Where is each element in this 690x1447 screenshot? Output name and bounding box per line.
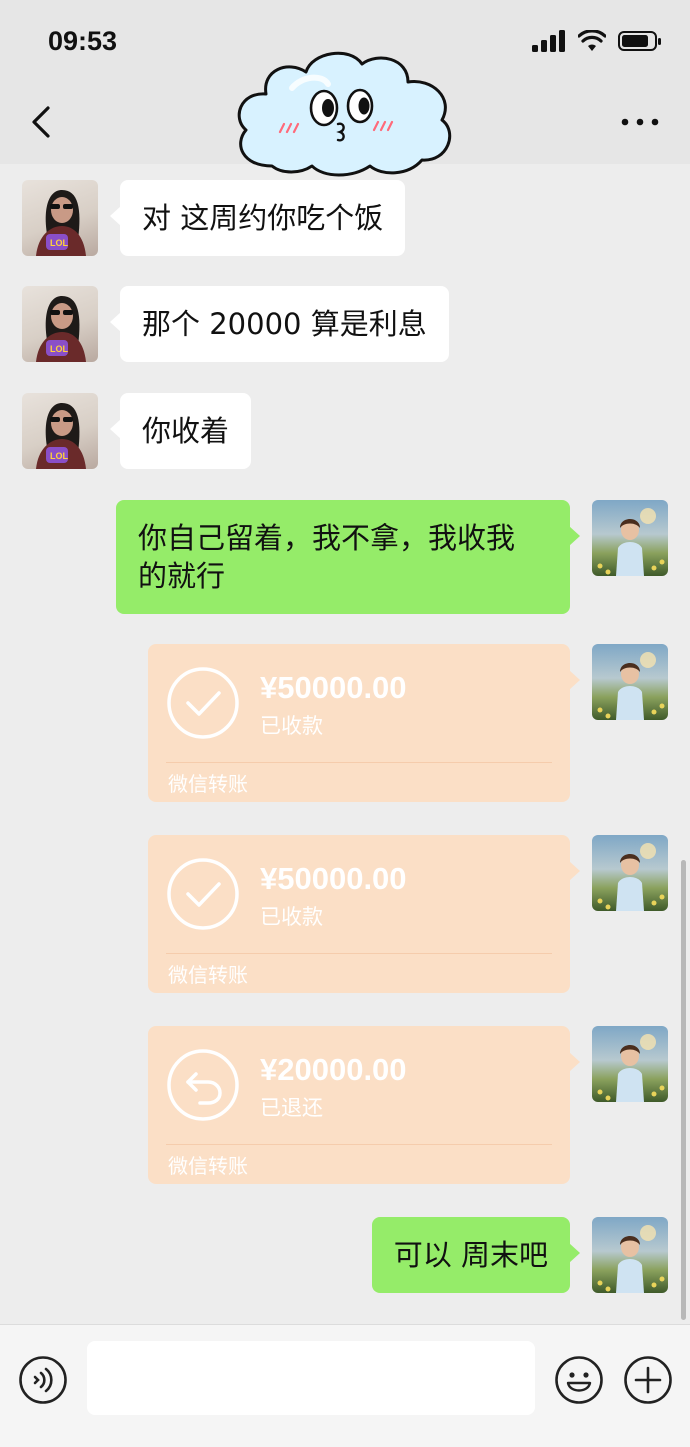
message-text-line: 的就行	[138, 559, 226, 593]
status-time: 09:53	[48, 26, 118, 56]
my-avatar-image	[597, 1225, 665, 1293]
message-text: 那个 20000 算是利息	[142, 307, 427, 341]
plus-icon[interactable]	[623, 1355, 673, 1405]
my-avatar[interactable]	[592, 1217, 668, 1293]
transfer-label: 微信转账	[168, 963, 248, 987]
message-text: 你收着	[142, 414, 230, 448]
my-avatar[interactable]	[592, 644, 668, 720]
contact-avatar[interactable]: LOL	[22, 180, 98, 256]
transfer-card[interactable]: ¥20000.00 已退还 微信转账	[148, 1026, 580, 1184]
my-avatar[interactable]	[592, 500, 668, 576]
my-avatar-image	[597, 508, 665, 576]
bubble-tail	[110, 419, 121, 439]
message-input[interactable]	[87, 1341, 535, 1415]
transfer-amount: ¥50000.00	[260, 861, 407, 896]
my-avatar-image	[597, 843, 665, 911]
chevron-left-icon[interactable]	[24, 100, 64, 144]
battery-icon	[618, 31, 661, 51]
divider	[166, 1144, 552, 1145]
bubble-tail	[569, 861, 580, 881]
transfer-amount: ¥20000.00	[260, 1052, 407, 1087]
received-message-bubble[interactable]: 对 这周约你吃个饭	[110, 180, 406, 256]
return-circle-icon	[167, 1049, 239, 1121]
svg-text:LOL: LOL	[50, 238, 68, 248]
my-avatar[interactable]	[592, 1026, 668, 1102]
scrollbar[interactable]	[681, 860, 686, 1320]
cloud-face-sticker	[237, 51, 452, 177]
transfer-card[interactable]: ¥50000.00 已收款 微信转账	[148, 644, 580, 802]
contact-avatar-image: LOL	[36, 403, 86, 469]
message-text-line: 你自己留着，我不拿，我收我	[138, 521, 516, 555]
contact-avatar[interactable]: LOL	[22, 286, 98, 362]
my-avatar-image	[597, 1034, 665, 1102]
divider	[166, 762, 552, 763]
transfer-card[interactable]: ¥50000.00 已收款 微信转账	[148, 835, 580, 993]
transfer-status: 已收款	[260, 905, 323, 929]
svg-text:LOL: LOL	[50, 451, 68, 461]
check-circle-icon	[167, 667, 239, 739]
signal-icon	[532, 30, 565, 52]
contact-avatar-image: LOL	[36, 190, 86, 256]
message-text: 可以 周末吧	[393, 1238, 548, 1272]
my-avatar-image	[597, 652, 665, 720]
wifi-icon	[578, 30, 606, 51]
transfer-label: 微信转账	[168, 772, 248, 796]
bubble-tail	[569, 1052, 580, 1072]
bubble-tail	[569, 526, 580, 546]
my-avatar[interactable]	[592, 835, 668, 911]
bubble-tail	[110, 206, 121, 226]
bubble-tail	[569, 1243, 580, 1263]
status-icons	[532, 30, 662, 52]
received-message-bubble[interactable]: 你收着	[110, 393, 252, 469]
sent-message-bubble[interactable]: 可以 周末吧	[371, 1217, 580, 1293]
contact-avatar[interactable]: LOL	[22, 393, 98, 469]
sent-message-bubble[interactable]: 你自己留着，我不拿，我收我 的就行	[116, 500, 580, 614]
input-bar	[0, 1324, 690, 1447]
transfer-label: 微信转账	[168, 1154, 248, 1178]
divider	[166, 953, 552, 954]
more-dots-icon[interactable]	[620, 112, 660, 132]
voice-icon[interactable]	[18, 1355, 68, 1405]
contact-avatar-image: LOL	[36, 296, 86, 362]
check-circle-icon	[167, 858, 239, 930]
message-text: 对 这周约你吃个饭	[142, 201, 384, 235]
transfer-status: 已退还	[260, 1096, 323, 1120]
svg-text:LOL: LOL	[50, 344, 68, 354]
emoji-icon[interactable]	[554, 1355, 604, 1405]
received-message-bubble[interactable]: 那个 20000 算是利息	[110, 286, 449, 362]
transfer-amount: ¥50000.00	[260, 670, 407, 705]
bubble-tail	[110, 312, 121, 332]
transfer-status: 已收款	[260, 714, 323, 738]
bubble-tail	[569, 670, 580, 690]
chat-message-list[interactable]: LOL 对 这周约你吃个饭 LOL 那个 20000 算是利息 LOL 你收着 …	[0, 164, 690, 1324]
